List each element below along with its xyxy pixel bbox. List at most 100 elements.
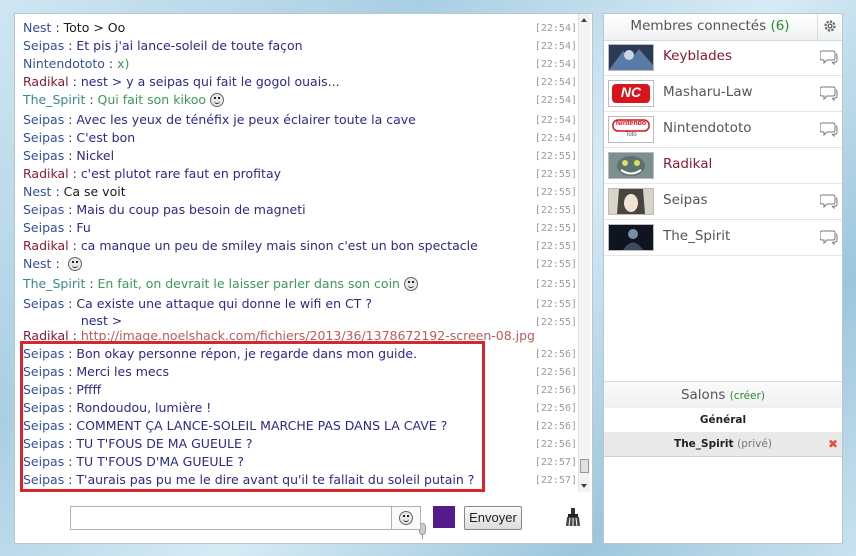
private-message-icon[interactable]: [820, 229, 838, 245]
message-body: Nickel: [76, 148, 115, 163]
message-separator: :: [64, 202, 77, 217]
message-timestamp: [22:56]: [534, 385, 577, 396]
private-message-icon[interactable]: [820, 121, 838, 137]
message-author[interactable]: Seipas: [23, 112, 64, 127]
message-author[interactable]: Nintendototo: [23, 56, 105, 71]
message-list: Nest : Toto > Oo [22:54] Seipas : Et pis j…: [15, 14, 591, 494]
message-author[interactable]: Seipas: [23, 400, 64, 415]
message-text: x): [117, 56, 129, 71]
private-message-icon[interactable]: [820, 49, 838, 65]
message-author[interactable]: Nest: [23, 256, 51, 271]
scroll-up-icon[interactable]: [581, 18, 587, 22]
salons-header: Salons (créer): [604, 381, 842, 409]
member-name[interactable]: Seipas: [663, 192, 708, 208]
chat-message: Seipas : Rondoudou, lumière ! [22:56]: [23, 399, 577, 417]
message-text: c'est plutot rare faut en profitay: [81, 166, 281, 181]
message-author[interactable]: Seipas: [23, 220, 64, 235]
chat-message: Nintendototo : x) [22:54]: [23, 55, 577, 73]
message-text: Avec les yeux de ténéfix je peux éclaire…: [76, 112, 415, 127]
create-salon-link[interactable]: (créer): [730, 390, 765, 402]
avatar: NC: [608, 80, 654, 107]
message-author[interactable]: Radikal: [23, 238, 69, 253]
message-author[interactable]: Radikal: [23, 166, 69, 181]
message-author[interactable]: Seipas: [23, 346, 64, 361]
message-author[interactable]: Radikal: [23, 74, 69, 89]
message-body: Et pis j'ai lance-soleil de toute façon: [76, 38, 303, 53]
message-timestamp: [22:55]: [534, 259, 577, 270]
close-icon[interactable]: ✖: [828, 432, 838, 456]
member-row[interactable]: NC Masharu-Law: [604, 76, 842, 112]
message-author[interactable]: Seipas: [23, 38, 64, 53]
side-panel: Membres connectés (6) Keyblades NC Masharu…: [603, 13, 843, 544]
message-separator: :: [68, 166, 81, 181]
message-separator: :: [64, 418, 77, 433]
text-color-button[interactable]: [433, 506, 455, 528]
message-author[interactable]: Nest: [23, 20, 51, 35]
message-text: Merci les mecs: [76, 364, 169, 379]
message-author[interactable]: Seipas: [23, 418, 64, 433]
message-timestamp: [22:54]: [534, 133, 577, 144]
member-row[interactable]: The_Spirit: [604, 220, 842, 256]
private-message-icon[interactable]: [820, 85, 838, 101]
salon-private[interactable]: The_Spirit (privé) ✖: [604, 432, 842, 457]
message-author[interactable]: Seipas: [23, 148, 64, 163]
message-separator: :: [85, 92, 98, 107]
message-author[interactable]: The_Spirit: [23, 276, 85, 291]
scroll-thumb[interactable]: [580, 459, 589, 473]
member-name[interactable]: Keyblades: [663, 48, 732, 64]
message-body: Avec les yeux de ténéfix je peux éclaire…: [76, 112, 416, 127]
chat-message: Seipas : Ca existe une attaque qui donne…: [23, 295, 577, 313]
smiley-button[interactable]: [391, 506, 421, 530]
message-author[interactable]: Radikal: [23, 328, 69, 343]
message-author[interactable]: Seipas: [23, 130, 64, 145]
message-author[interactable]: Seipas: [23, 436, 64, 451]
scroll-down-icon[interactable]: [581, 484, 587, 488]
member-row[interactable]: Seipas: [604, 184, 842, 220]
message-body: T'aurais pas pu me le dire avant qu'il t…: [76, 472, 475, 487]
message-author[interactable]: The_Spirit: [23, 92, 85, 107]
members-title: Membres connectés (6): [604, 18, 816, 34]
message-author[interactable]: Nest: [23, 184, 51, 199]
member-name[interactable]: The_Spirit: [663, 228, 730, 244]
message-timestamp: [22:56]: [534, 403, 577, 414]
chat-message: Radikal : nest > y a seipas qui fait le …: [23, 73, 577, 91]
scrollbar[interactable]: [578, 14, 590, 492]
member-row[interactable]: Keyblades: [604, 40, 842, 76]
message-separator: :: [64, 436, 77, 451]
message-body: TU T'FOUS D'MA GUEULE ?: [76, 454, 245, 469]
message-text: Fu: [76, 220, 90, 235]
salon-general[interactable]: Général: [604, 408, 842, 433]
chat-message: Seipas : Fu [22:55]: [23, 219, 577, 237]
message-input[interactable]: [70, 506, 426, 539]
message-text: Mais du coup pas besoin de magneti: [76, 202, 305, 217]
message-timestamp: [22:54]: [534, 95, 577, 106]
member-name[interactable]: Masharu-Law: [663, 84, 753, 100]
message-timestamp: [22:56]: [534, 349, 577, 360]
member-row[interactable]: Radikal: [604, 148, 842, 184]
avatar-text: NC: [620, 84, 642, 100]
message-separator: :: [64, 220, 77, 235]
message-author[interactable]: Seipas: [23, 454, 64, 469]
message-text[interactable]: nest > http://image.noelshack.com/fichie…: [81, 313, 561, 343]
message-separator: :: [85, 276, 98, 291]
member-name[interactable]: Radikal: [663, 156, 712, 172]
message-text: COMMENT ÇA LANCE-SOLEIL MARCHE PAS DANS …: [76, 418, 447, 433]
message-author[interactable]: Seipas: [23, 296, 64, 311]
member-row[interactable]: Nintendo Toto Nintendototo: [604, 112, 842, 148]
message-text: Toto > Oo: [64, 20, 126, 35]
settings-button[interactable]: [817, 14, 842, 40]
message-author[interactable]: Seipas: [23, 472, 64, 487]
send-button[interactable]: Envoyer: [464, 506, 522, 530]
member-name[interactable]: Nintendototo: [663, 120, 752, 136]
private-message-icon[interactable]: [820, 193, 838, 209]
message-text: TU T'FOUS DE MA GUEULE ?: [76, 436, 252, 451]
message-author[interactable]: Seipas: [23, 364, 64, 379]
message-timestamp: [22:56]: [534, 367, 577, 378]
message-author[interactable]: Seipas: [23, 202, 64, 217]
broom-icon[interactable]: [566, 508, 580, 526]
message-link[interactable]: http://image.noelshack.com/fichiers/2013…: [81, 328, 561, 343]
message-text: Bon okay personne répon, je regarde dans…: [76, 346, 417, 361]
message-timestamp: [22:55]: [534, 279, 577, 290]
message-author[interactable]: Seipas: [23, 382, 64, 397]
gear-icon: [824, 20, 836, 32]
